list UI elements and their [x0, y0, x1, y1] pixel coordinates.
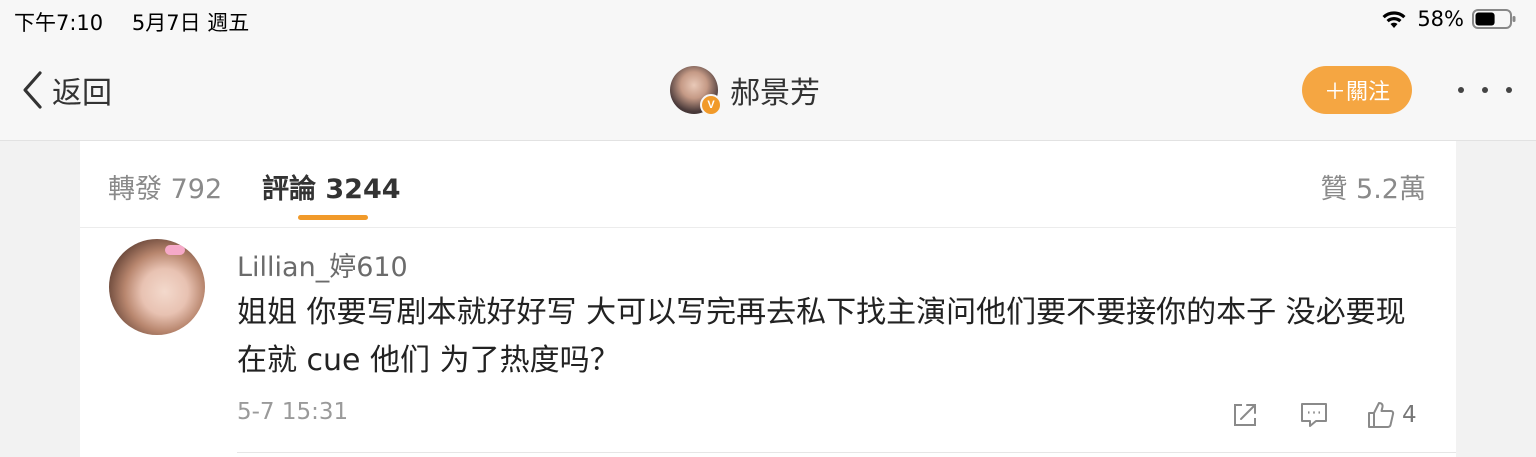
like-thumb-icon: [1368, 402, 1395, 428]
back-chevron-icon: [23, 71, 42, 109]
comment-icon: [1301, 403, 1327, 427]
like-button[interactable]: 4: [1366, 399, 1417, 431]
commenter-avatar[interactable]: [109, 239, 205, 335]
comment-text: 姐姐 你要写剧本就好好写 大可以写完再去私下找主演问他们要不要接你的本子 没必要…: [237, 295, 1406, 378]
profile-title[interactable]: V 郝景芳: [670, 65, 820, 116]
tab-reposts[interactable]: 轉發 792: [108, 167, 222, 206]
author-name[interactable]: 郝景芳: [730, 68, 820, 112]
battery-percent: 58%: [1417, 7, 1464, 31]
like-count: 4: [1402, 402, 1417, 428]
status-time-date: 下午7:10 5月7日 週五: [14, 7, 271, 37]
status-time: 下午7:10: [14, 11, 104, 35]
status-indicators: 58%: [1381, 7, 1516, 31]
nav-bar: 返回 V 郝景芳 ＋關注: [0, 40, 1536, 141]
reply-button[interactable]: [1299, 399, 1329, 431]
comments-card: 轉發 792 評論 3244 贊 5.2萬 Lillian_婷610 姐姐 你要…: [80, 141, 1456, 457]
follow-button[interactable]: ＋關注: [1302, 66, 1412, 114]
status-date: 5月7日 週五: [131, 11, 250, 35]
screen: 下午7:10 5月7日 週五 58% 返回 V 郝景芳 ＋關注 轉發 792 評…: [0, 0, 1536, 457]
tab-likes[interactable]: 贊 5.2萬: [1320, 167, 1426, 206]
more-icon[interactable]: [1458, 78, 1512, 102]
commenter-username[interactable]: Lillian_婷610: [237, 245, 408, 284]
share-icon: [1234, 404, 1256, 426]
share-button[interactable]: [1230, 399, 1260, 431]
battery-icon: [1472, 9, 1516, 29]
author-avatar[interactable]: V: [670, 66, 722, 116]
back-button[interactable]: 返回: [20, 68, 112, 112]
verified-badge-icon: V: [700, 94, 722, 116]
tab-comments[interactable]: 評論 3244: [262, 167, 401, 206]
active-tab-indicator: [298, 215, 368, 220]
comment-timestamp: 5-7 15:31: [237, 399, 349, 425]
status-bar: 下午7:10 5月7日 週五 58%: [0, 0, 1536, 40]
tab-bar: 轉發 792 評論 3244 贊 5.2萬: [80, 141, 1456, 228]
wifi-icon: [1382, 11, 1406, 28]
divider: [237, 452, 1456, 453]
back-label: 返回: [52, 76, 112, 111]
